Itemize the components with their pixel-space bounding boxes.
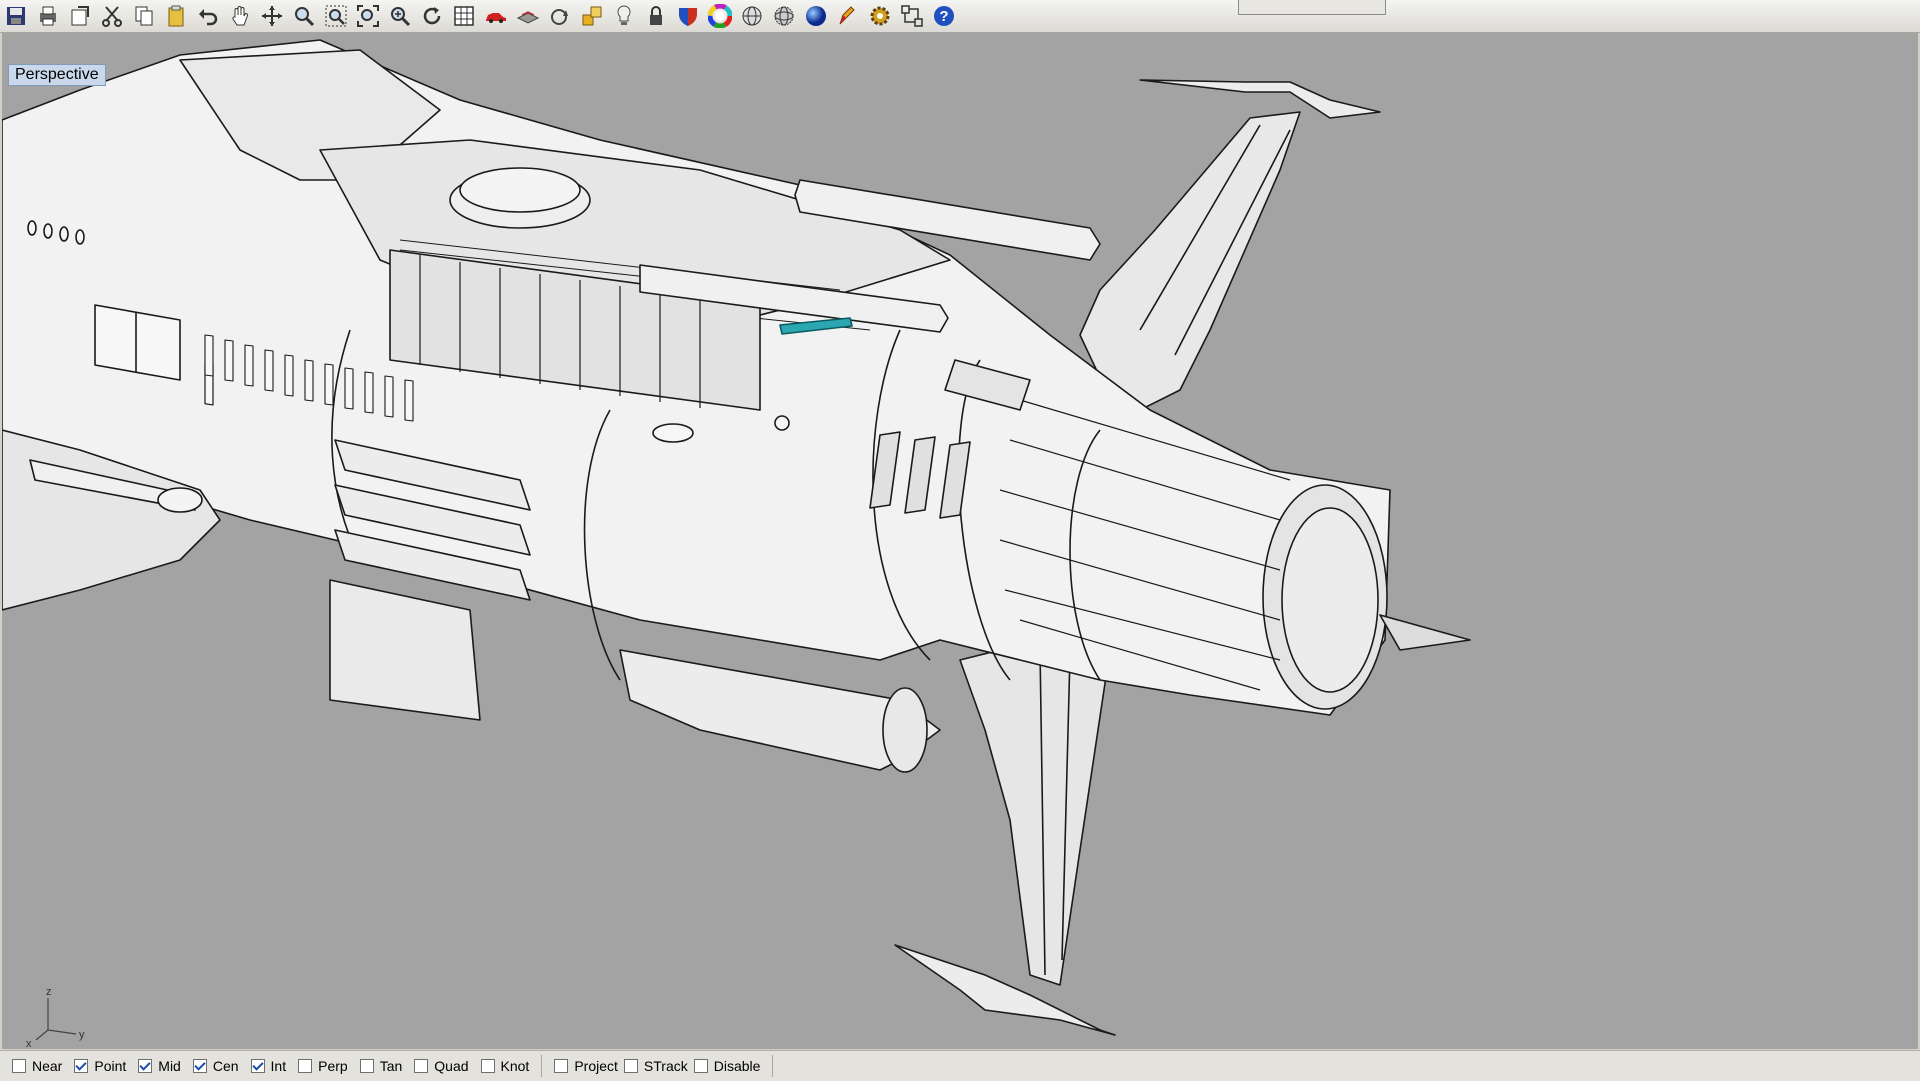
osnap-quad-checkbox[interactable]	[414, 1059, 429, 1073]
sphere-wire-icon[interactable]	[736, 1, 768, 31]
save-icon[interactable]	[0, 1, 32, 31]
paste-icon[interactable]	[160, 1, 192, 31]
layer-icon[interactable]	[512, 1, 544, 31]
object-snap-icon[interactable]	[576, 1, 608, 31]
light-icon[interactable]	[608, 1, 640, 31]
osnap-tan-checkbox[interactable]	[359, 1059, 374, 1073]
color-wheel-icon[interactable]	[704, 1, 736, 31]
rotate-icon[interactable]	[544, 1, 576, 31]
perspective-viewport[interactable]: Perspective z y x	[2, 33, 1918, 1049]
zoom-extents-icon[interactable]	[352, 1, 384, 31]
osnap-strack-checkbox[interactable]	[623, 1059, 638, 1073]
mesh-icon[interactable]	[768, 1, 800, 31]
osnap-knot[interactable]: Knot	[480, 1058, 530, 1074]
osnap-int-label: Int	[270, 1058, 287, 1074]
osnap-strack[interactable]: STrack	[623, 1058, 688, 1074]
axis-y-label: y	[79, 1029, 85, 1041]
svg-text:?: ?	[939, 8, 948, 25]
osnap-disable-label: Disable	[713, 1058, 761, 1074]
open-icon[interactable]	[64, 1, 96, 31]
osnap-tan-label: Tan	[379, 1058, 403, 1074]
material-icon[interactable]	[672, 1, 704, 31]
move-icon[interactable]	[256, 1, 288, 31]
osnap-perp[interactable]: Perp	[298, 1058, 348, 1074]
osnap-cen[interactable]: Cen	[192, 1058, 239, 1074]
structure-icon[interactable]	[896, 1, 928, 31]
osnap-tan[interactable]: Tan	[359, 1058, 403, 1074]
osnap-separator	[541, 1055, 543, 1077]
osnap-bar: Near Point Mid Cen Int Perp Tan Quad Kno…	[0, 1050, 1920, 1081]
zoom-icon[interactable]	[288, 1, 320, 31]
osnap-disable[interactable]: Disable	[693, 1058, 761, 1074]
osnap-near-label: Near	[32, 1058, 63, 1074]
lock-icon[interactable]	[640, 1, 672, 31]
osnap-project-label: Project	[574, 1058, 618, 1074]
osnap-point-checkbox[interactable]	[74, 1059, 89, 1073]
osnap-quad[interactable]: Quad	[414, 1058, 469, 1074]
axis-gizmo: z y x	[26, 986, 85, 1048]
axis-x-label: x	[26, 1038, 32, 1048]
osnap-mid[interactable]: Mid	[138, 1058, 181, 1074]
viewport-title[interactable]: Perspective	[8, 64, 106, 86]
osnap-near[interactable]: Near	[12, 1058, 62, 1074]
osnap-knot-label: Knot	[500, 1058, 530, 1074]
zoom-selected-icon[interactable]	[384, 1, 416, 31]
zoom-window-icon[interactable]	[320, 1, 352, 31]
render-sphere-icon[interactable]	[800, 1, 832, 31]
osnap-cen-checkbox[interactable]	[192, 1059, 207, 1073]
axis-z-label: z	[46, 986, 52, 998]
osnap-strack-label: STrack	[643, 1058, 688, 1074]
copy-icon[interactable]	[128, 1, 160, 31]
osnap-disable-checkbox[interactable]	[693, 1059, 708, 1073]
osnap-perp-checkbox[interactable]	[298, 1059, 313, 1073]
osnap-knot-checkbox[interactable]	[480, 1059, 495, 1073]
osnap-end-separator	[772, 1055, 774, 1077]
osnap-project[interactable]: Project	[554, 1058, 618, 1074]
grid-icon[interactable]	[448, 1, 480, 31]
osnap-mid-checkbox[interactable]	[138, 1059, 153, 1073]
rotate-view-icon[interactable]	[416, 1, 448, 31]
print-icon[interactable]	[32, 1, 64, 31]
cut-icon[interactable]	[96, 1, 128, 31]
osnap-project-checkbox[interactable]	[554, 1059, 569, 1073]
osnap-int[interactable]: Int	[250, 1058, 287, 1074]
pencil-icon[interactable]	[832, 1, 864, 31]
main-toolbar: ?	[0, 0, 1920, 33]
pan-hand-icon[interactable]	[224, 1, 256, 31]
osnap-quad-label: Quad	[434, 1058, 469, 1074]
spaceship-wireframe-model	[2, 39, 1471, 1036]
undo-icon[interactable]	[192, 1, 224, 31]
help-icon[interactable]: ?	[928, 1, 960, 31]
osnap-near-checkbox[interactable]	[12, 1059, 26, 1073]
osnap-perp-label: Perp	[318, 1058, 348, 1074]
osnap-point[interactable]: Point	[74, 1058, 126, 1074]
osnap-mid-label: Mid	[158, 1058, 181, 1074]
car-render-icon[interactable]	[480, 1, 512, 31]
osnap-point-label: Point	[94, 1058, 127, 1074]
osnap-int-checkbox[interactable]	[250, 1059, 265, 1073]
settings-gear-icon[interactable]	[864, 1, 896, 31]
floating-toolbar-tab[interactable]	[1238, 0, 1386, 15]
osnap-cen-label: Cen	[212, 1058, 239, 1074]
